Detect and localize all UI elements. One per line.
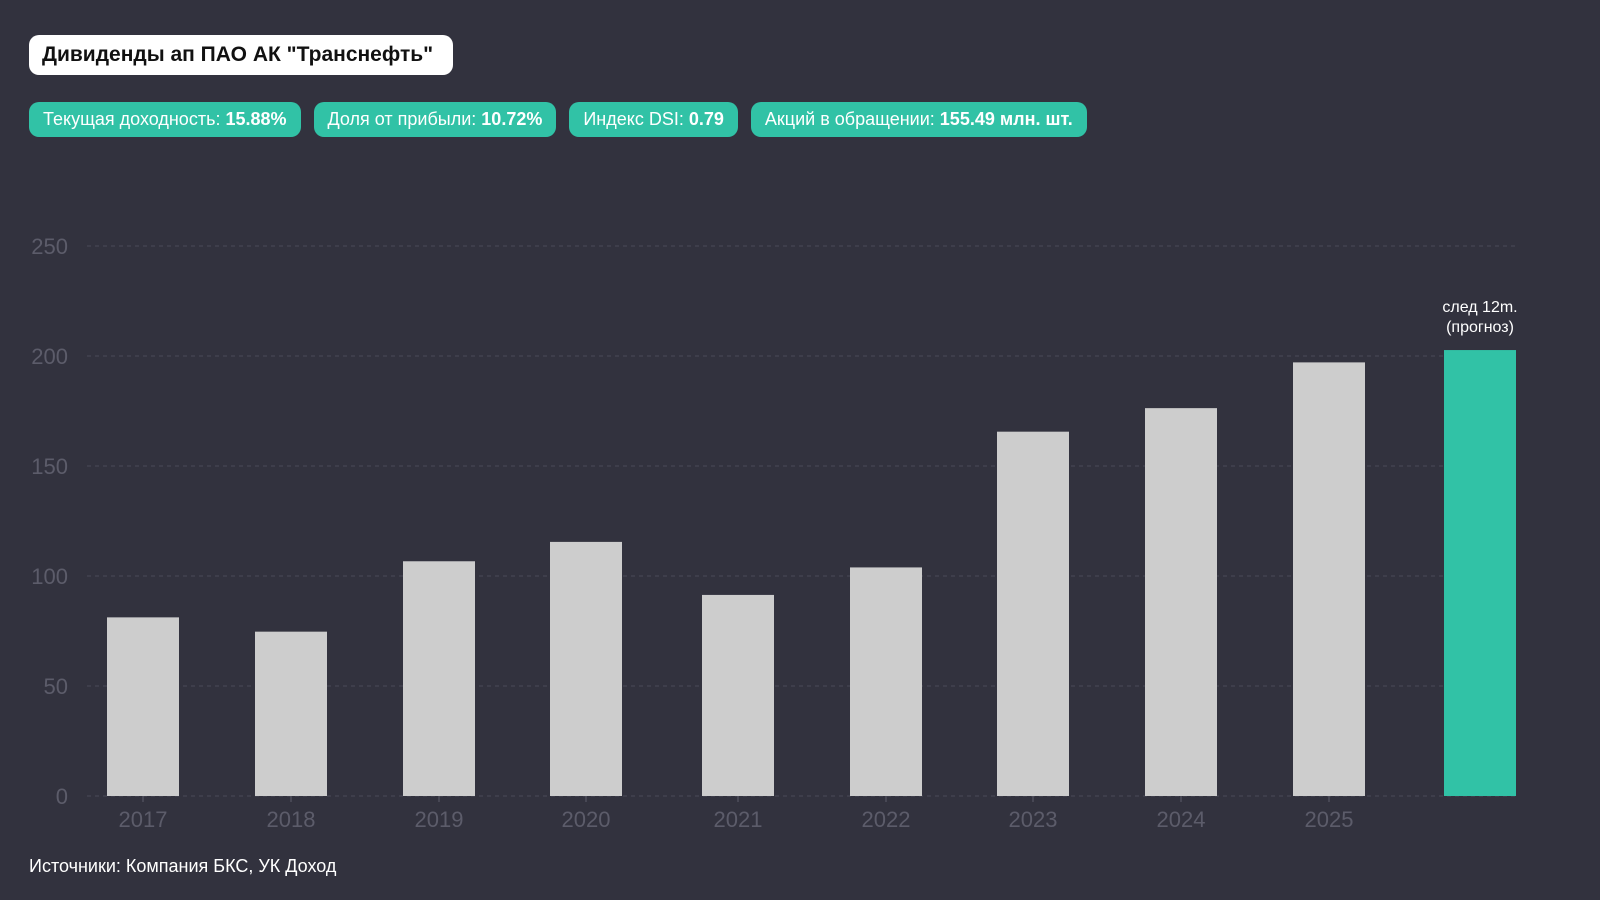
y-tick-label: 50 [44,674,68,699]
bar [1293,362,1365,796]
forecast-label: (прогноз) [1446,319,1514,336]
bar [1145,408,1217,796]
x-tick-label: 2019 [415,807,464,832]
bar [107,617,179,796]
x-tick-label: 2020 [562,807,611,832]
forecast-bar [1444,350,1516,796]
x-tick-label: 2021 [714,807,763,832]
bar [403,561,475,796]
bar [255,631,327,796]
x-tick-label: 2024 [1157,807,1206,832]
source-note: Источники: Компания БКС, УК Доход [29,856,337,876]
x-tick-label: 2025 [1305,807,1354,832]
bar-chart: 0 50 100 150 200 250 2017 2018 2019 2020 2021 2022 2… [31,234,1517,832]
bar [997,431,1069,796]
x-tick-label: 2017 [119,807,168,832]
y-tick-label: 200 [31,344,68,369]
y-tick-label: 250 [31,234,68,259]
bar [850,567,922,796]
x-tick-label: 2018 [267,807,316,832]
y-tick-label: 100 [31,564,68,589]
y-tick-label: 0 [56,784,68,809]
x-tick-label: 2022 [862,807,911,832]
bar [702,594,774,796]
forecast-label: след 12m. [1442,299,1517,316]
x-tick-label: 2023 [1009,807,1058,832]
bar [550,541,622,796]
y-tick-label: 150 [31,454,68,479]
